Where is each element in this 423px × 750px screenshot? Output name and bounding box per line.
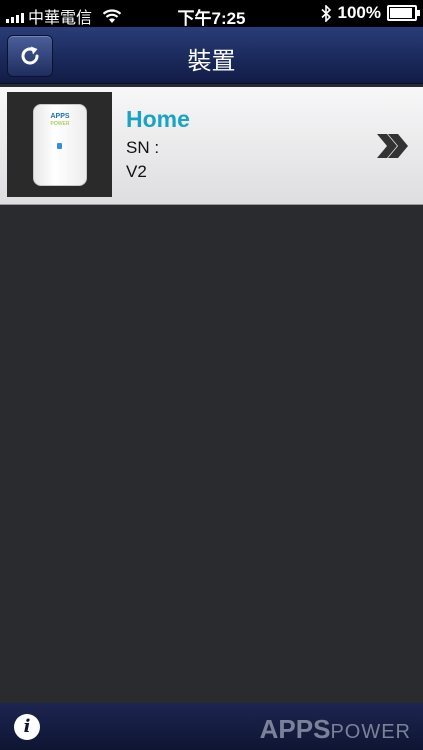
plug-brand-text: APPS [50,113,70,120]
info-button[interactable]: i [14,714,40,740]
device-list-item[interactable]: APPS POWER Home SN : V2 [0,87,423,205]
logo-apps-text: APPS [259,714,331,744]
apps-power-logo: APPSPOWER [260,714,411,745]
device-version: V2 [126,162,147,181]
page-title: 裝置 [187,47,236,75]
plug-led [57,143,62,149]
footer-bar: i APPSPOWER [0,703,423,750]
smart-plug-image: APPS POWER [33,104,87,186]
navigation-bar: 裝置 [0,27,423,84]
plug-brand-subtext: POWER [50,121,70,127]
double-chevron-right-icon [377,134,408,158]
logo-power-text: POWER [330,721,411,743]
status-bar: 中華電信 下午7:25 100% [0,0,423,28]
battery-icon [387,5,420,21]
device-thumbnail: APPS POWER [7,92,112,197]
status-right: 100% [320,3,420,23]
device-serial: SN : [126,138,160,157]
info-icon: i [23,716,31,737]
bluetooth-icon [320,4,332,22]
battery-fill [390,8,412,18]
battery-percent: 100% [337,3,381,22]
device-name: Home [126,106,190,132]
